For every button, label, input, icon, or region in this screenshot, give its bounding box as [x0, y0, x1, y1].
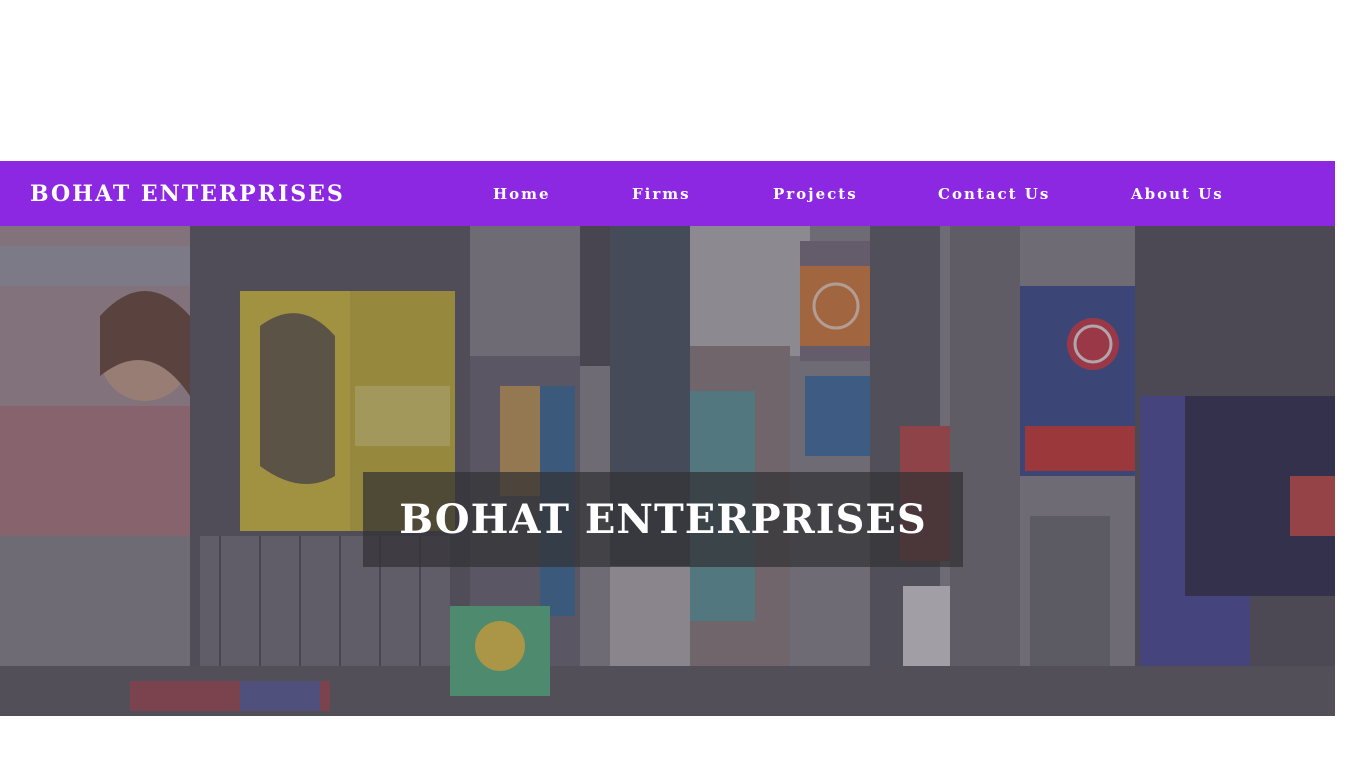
- nav-link-projects[interactable]: Projects: [773, 185, 858, 203]
- nav-link-about-us[interactable]: About Us: [1131, 185, 1224, 203]
- hero-title-box: BOHAT ENTERPRISES: [363, 472, 963, 567]
- nav-link-firms[interactable]: Firms: [632, 185, 691, 203]
- top-navbar: BOHAT ENTERPRISES Home Firms Projects Co…: [0, 161, 1335, 226]
- hero-overlay: [0, 226, 1335, 716]
- nav-link-contact-us[interactable]: Contact Us: [938, 185, 1050, 203]
- nav-link-home[interactable]: Home: [493, 185, 551, 203]
- page: BOHAT ENTERPRISES Home Firms Projects Co…: [0, 0, 1366, 768]
- hero-banner: BOHAT ENTERPRISES: [0, 226, 1335, 716]
- nav-links: Home Firms Projects Contact Us About Us: [0, 161, 1335, 226]
- hero-title: BOHAT ENTERPRISES: [399, 496, 927, 543]
